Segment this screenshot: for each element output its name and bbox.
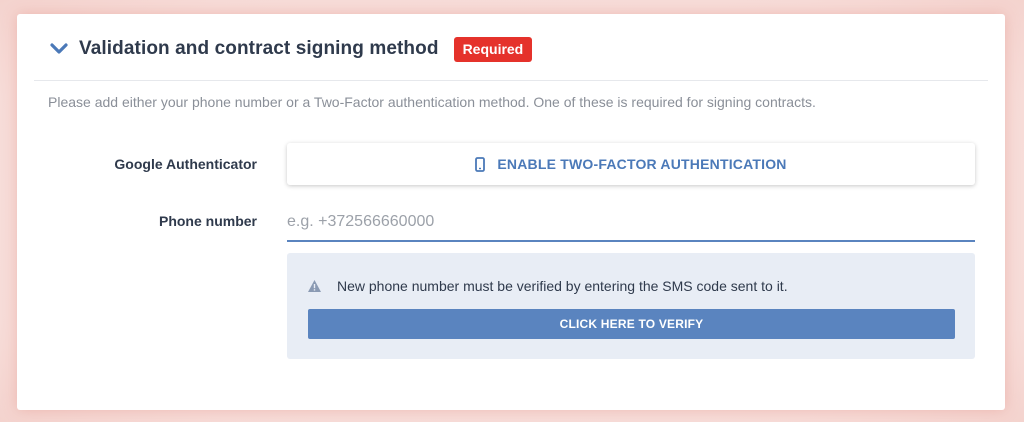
notice-message-row: New phone number must be verified by ent… <box>307 278 788 294</box>
page-background: Validation and contract signing method R… <box>0 0 1024 422</box>
chevron-down-icon[interactable] <box>49 39 69 59</box>
validation-section-card: Validation and contract signing method R… <box>17 14 1005 410</box>
mobile-phone-icon <box>475 156 486 172</box>
section-header[interactable]: Validation and contract signing method R… <box>49 36 533 62</box>
section-description: Please add either your phone number or a… <box>48 94 816 110</box>
enable-two-factor-label: ENABLE TWO-FACTOR AUTHENTICATION <box>497 156 787 172</box>
verification-notice: New phone number must be verified by ent… <box>287 253 975 359</box>
phone-number-label: Phone number <box>158 213 257 229</box>
notice-text: New phone number must be verified by ent… <box>337 278 788 294</box>
google-authenticator-label: Google Authenticator <box>114 156 257 172</box>
phone-number-input[interactable] <box>287 204 975 242</box>
section-title: Validation and contract signing method <box>79 38 439 59</box>
section-divider <box>34 80 988 81</box>
enable-two-factor-button[interactable]: ENABLE TWO-FACTOR AUTHENTICATION <box>287 143 975 185</box>
warning-icon <box>307 278 323 294</box>
verify-button[interactable]: CLICK HERE TO VERIFY <box>308 309 955 339</box>
required-badge: Required <box>453 36 533 62</box>
